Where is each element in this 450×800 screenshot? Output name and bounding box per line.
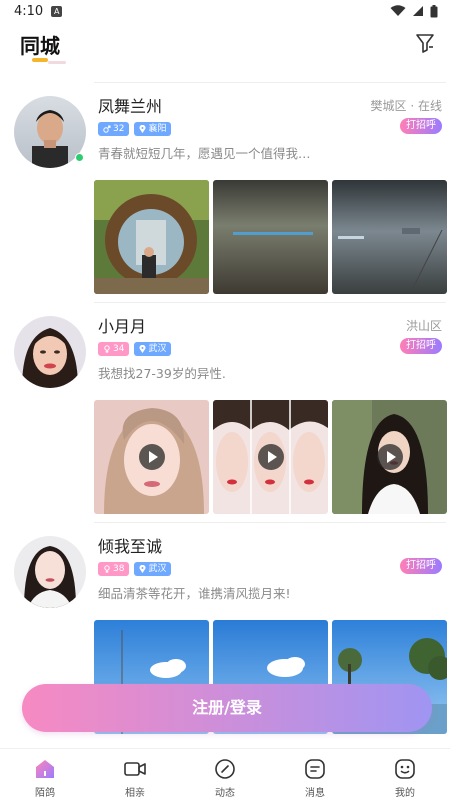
message-icon [305,759,325,779]
city-tag: 襄阳 [134,122,172,136]
nav-label: 消息 [305,788,325,799]
user-location: 樊城区 · 在线 [370,99,442,113]
divider [94,522,446,523]
online-indicator [75,153,84,162]
divider [94,302,446,303]
age-tag: 34 [98,342,130,356]
nav-label: 陌鸽 [35,788,55,799]
battery-icon [430,4,438,17]
video-camera-icon [124,762,146,776]
header: 同城 [0,22,450,72]
user-feed[interactable]: 凤舞兰州 樊城区 · 在线 打招呼 32 襄阳 青春就短短几年，愿遇见一个值得我… [0,82,450,748]
profile-icon [395,759,415,779]
play-icon[interactable] [257,444,284,470]
user-bio: 青春就短短几年，愿遇见一个值得我… [98,146,311,161]
greet-button[interactable]: 打招呼 [400,338,442,354]
divider [94,82,446,83]
location-pin-icon [139,345,146,353]
user-card[interactable]: 小月月 洪山区 打招呼 34 武汉 我想找27-39岁的异性. [0,302,450,522]
city-value: 襄阳 [148,124,167,134]
user-card[interactable]: 凤舞兰州 樊城区 · 在线 打招呼 32 襄阳 青春就短短几年，愿遇见一个值得我… [0,82,450,302]
video-thumbnail[interactable] [332,400,447,514]
city-tag: 武汉 [134,562,172,576]
photo-thumbnail[interactable] [332,180,447,294]
user-bio: 细品清茶等花开，谁携清风揽月来! [98,586,291,601]
photo-thumbnail[interactable] [213,180,328,294]
photo-thumbnail[interactable] [94,180,209,294]
user-name[interactable]: 倾我至诚 [98,533,162,557]
user-tags: 34 武汉 [98,342,172,356]
city-value: 武汉 [148,564,167,574]
location-pin-icon [139,565,146,573]
user-location: 洪山区 [405,319,442,333]
nav-item-messages[interactable]: 消息 [270,749,360,800]
nav-label: 相亲 [125,788,145,799]
filter-button[interactable] [414,32,436,54]
signal-icon [413,6,423,16]
age-value: 38 [113,564,125,574]
nav-item-home[interactable]: 陌鸽 [0,749,90,800]
greet-button[interactable]: 打招呼 [400,558,442,574]
age-value: 32 [113,124,125,134]
status-bar: 4:10 A [0,0,450,22]
location-pin-icon [139,125,146,133]
age-value: 34 [113,344,125,354]
nav-item-profile[interactable]: 我的 [360,749,450,800]
nav-item-moments[interactable]: 动态 [180,749,270,800]
nav-item-dating[interactable]: 相亲 [90,749,180,800]
notification-icon: A [51,5,63,17]
user-name[interactable]: 小月月 [98,313,146,337]
title-underline-shadow [48,61,66,64]
home-icon [36,760,54,778]
bottom-nav: 陌鸽 相亲 动态 消息 我的 [0,748,450,800]
male-icon [103,125,111,133]
avatar[interactable] [14,536,86,608]
filter-icon [416,34,434,53]
video-thumbnail[interactable] [94,400,209,514]
status-time: 4:10 [14,3,44,19]
nav-label: 动态 [215,788,235,799]
age-tag: 38 [98,562,130,576]
title-underline [32,58,48,62]
photo-grid [94,400,447,514]
user-tags: 32 襄阳 [98,122,172,136]
female-icon [104,565,110,573]
photo-grid [94,180,447,294]
wifi-icon [390,5,406,16]
play-icon[interactable] [138,444,165,470]
register-login-button[interactable]: 注册/登录 [22,684,432,732]
nav-label: 我的 [395,788,415,799]
user-bio: 我想找27-39岁的异性. [98,366,226,381]
greet-button[interactable]: 打招呼 [400,118,442,134]
user-tags: 38 武汉 [98,562,172,576]
female-icon [104,345,110,353]
avatar[interactable] [14,316,86,388]
avatar[interactable] [14,96,86,168]
user-name[interactable]: 凤舞兰州 [98,93,162,117]
city-tag: 武汉 [134,342,172,356]
page-title: 同城 [20,34,60,58]
city-value: 武汉 [148,344,167,354]
video-thumbnail[interactable] [213,400,328,514]
compass-icon [215,759,235,779]
play-icon[interactable] [376,444,403,470]
age-tag: 32 [98,122,130,136]
